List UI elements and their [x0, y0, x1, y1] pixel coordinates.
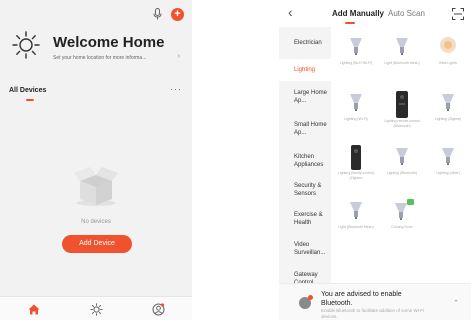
- add-icon[interactable]: +: [171, 7, 184, 21]
- microphone-icon[interactable]: [151, 7, 163, 21]
- bulb-icon: [346, 91, 366, 113]
- status-bar: [6, 2, 46, 9]
- remote-icon: [346, 145, 366, 170]
- product-item[interactable]: Lighting (Bluetooth): [379, 139, 425, 187]
- empty-box-illustration: [70, 163, 122, 207]
- bulb-icon: [438, 91, 458, 113]
- sidebar-item-small-home-appliances[interactable]: Small Home Ap...: [279, 121, 331, 143]
- bottom-navigation: [0, 296, 192, 320]
- product-item[interactable]: Lighting (BLE+Wi-Fi): [333, 29, 379, 77]
- product-item[interactable]: Coming Soon: [379, 193, 425, 241]
- sidebar-item-large-home-appliances[interactable]: Large Home Ap...: [279, 89, 331, 111]
- chevron-up-icon[interactable]: ⌃: [453, 299, 459, 307]
- bluetooth-title: You are advised to enable Bluetooth.: [321, 291, 402, 307]
- add-device-button[interactable]: Add Device: [62, 235, 132, 253]
- product-label: Light (Bluetooth Mesh): [338, 225, 374, 229]
- bulb-icon: [346, 199, 366, 221]
- back-icon[interactable]: ‹: [288, 5, 293, 19]
- sun-icon: [11, 30, 41, 60]
- product-item[interactable]: Lighting (family control) (Zigbee): [333, 139, 379, 187]
- product-label: Beta Lights: [439, 61, 457, 65]
- remote-icon: [392, 91, 412, 118]
- product-label: Coming Soon: [391, 225, 413, 229]
- bulb-icon: [392, 145, 412, 167]
- sidebar-item-lighting[interactable]: Lighting: [279, 59, 331, 81]
- product-label: Lighting (Zigbee): [434, 117, 462, 121]
- category-sidebar: Electrician Lighting Large Home Ap... Sm…: [279, 27, 331, 293]
- tab-add-manually[interactable]: Add Manually: [332, 9, 384, 18]
- product-item[interactable]: Lighting (other): [425, 139, 471, 187]
- welcome-subtitle: Set your home location for more informa.…: [53, 55, 147, 61]
- scene-icon[interactable]: [88, 302, 104, 316]
- tab-active-indicator: [345, 22, 355, 24]
- alert-dot-icon: [308, 295, 313, 300]
- scan-icon[interactable]: [452, 7, 464, 20]
- devices-tab-bar: All Devices ···: [0, 83, 192, 103]
- chevron-right-icon[interactable]: ›: [178, 53, 180, 60]
- product-item[interactable]: Lighting (Wi-Fi): [333, 85, 379, 133]
- product-label: Light (Bluetooth Mesh): [384, 61, 420, 65]
- bulb-icon: [392, 35, 412, 57]
- bulb-icon: [346, 35, 366, 57]
- product-item[interactable]: Lighting remote control (Bluetooth): [379, 85, 425, 133]
- product-item[interactable]: Beta Lights: [425, 29, 471, 77]
- tab-auto-scan[interactable]: Auto Scan: [388, 9, 425, 18]
- top-actions: +: [151, 7, 184, 21]
- welcome-title: Welcome Home: [53, 34, 165, 51]
- product-label: Lighting (Wi-Fi): [344, 117, 368, 121]
- more-icon[interactable]: ···: [170, 84, 182, 94]
- empty-state-text: No devices: [81, 219, 111, 225]
- product-label: Lighting (Bluetooth): [386, 171, 418, 175]
- product-item[interactable]: Light (Bluetooth Mesh): [333, 193, 379, 241]
- product-item[interactable]: Lighting (Zigbee): [425, 85, 471, 133]
- sidebar-item-electrician[interactable]: Electrician: [279, 33, 331, 53]
- profile-icon[interactable]: [150, 302, 166, 316]
- sidebar-item-security-sensors[interactable]: Security & Sensors: [279, 182, 331, 204]
- bulb-icon: [438, 145, 458, 167]
- bulb-glow-icon: [438, 35, 458, 57]
- sidebar-item-video-surveillance[interactable]: Video Surveillan...: [279, 241, 331, 263]
- bulb-new-icon: [392, 199, 414, 221]
- product-label: Lighting (BLE+Wi-Fi): [339, 61, 373, 65]
- product-label: Lighting remote control (Bluetooth): [384, 119, 420, 128]
- tab-all-devices[interactable]: All Devices: [9, 87, 46, 94]
- sidebar-item-exercise-health[interactable]: Exercise & Health: [279, 211, 331, 233]
- product-grid: Lighting (BLE+Wi-Fi) Light (Bluetooth Me…: [331, 27, 471, 293]
- tab-active-indicator: [26, 99, 34, 101]
- home-icon[interactable]: [26, 302, 42, 316]
- bluetooth-banner[interactable]: You are advised to enable Bluetooth. Ena…: [279, 283, 471, 320]
- product-label: Lighting (family control) (Zigbee): [337, 171, 375, 180]
- sidebar-item-kitchen-appliances[interactable]: Kitchen Appliances: [279, 153, 331, 175]
- bluetooth-subtitle: Enable Bluetooth to facilitate addition …: [321, 308, 425, 319]
- product-label: Lighting (other): [436, 171, 460, 175]
- welcome-card[interactable]: Welcome Home Set your home location for …: [8, 27, 184, 71]
- product-item[interactable]: Light (Bluetooth Mesh): [379, 29, 425, 77]
- add-device-screen: ‹ Add Manually Auto Scan Electrician Lig…: [279, 0, 471, 320]
- home-screen: + Welcome Home Set your home location fo…: [0, 0, 192, 320]
